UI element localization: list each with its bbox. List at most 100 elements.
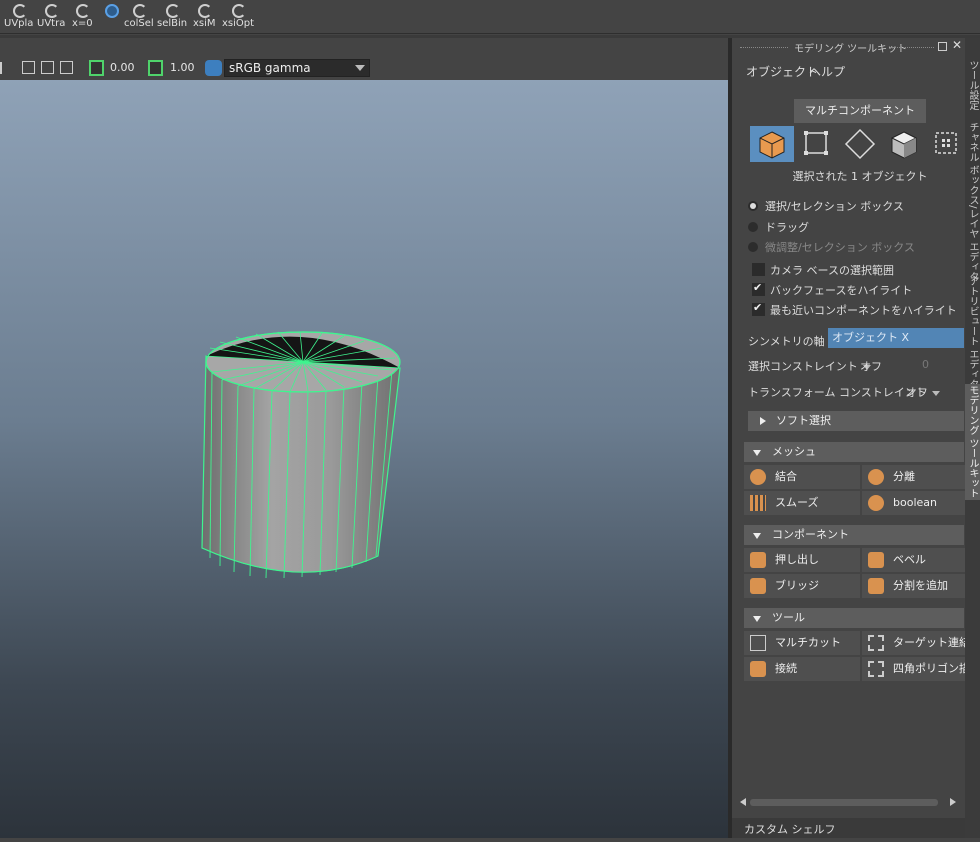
boolean-label: boolean	[893, 496, 937, 509]
symmetry-label[interactable]: シンメトリの軸	[748, 333, 838, 349]
exposure-icon[interactable]	[89, 60, 104, 76]
shelf-button-uvtra[interactable]: UVtra	[37, 0, 65, 34]
drag-handle[interactable]	[890, 47, 934, 49]
multi-cut-label: マルチカット	[775, 636, 841, 649]
3d-viewport[interactable]	[0, 80, 728, 838]
quad-draw-button[interactable]: 四角ポリゴン描画	[862, 657, 978, 681]
smooth-label: スムーズ	[775, 496, 819, 509]
soft-select-label: ソフト選択	[776, 414, 831, 427]
shelf-button-label: UVtra	[37, 18, 66, 29]
shelf-button-x0[interactable]: x=0	[72, 0, 93, 34]
tab-attribute-editor[interactable]: アトリビュート エディタ	[965, 276, 980, 389]
scroll-right-icon[interactable]	[950, 798, 956, 806]
chevron-down-icon	[355, 65, 365, 71]
vertex-mode-button[interactable]	[794, 126, 838, 162]
connect-button[interactable]: 接続	[744, 657, 860, 681]
close-icon[interactable]: ✕	[952, 38, 962, 52]
exposure-value[interactable]: 0.00	[110, 60, 135, 76]
isolate-icon[interactable]	[22, 61, 35, 74]
add-divisions-label: 分割を追加	[893, 579, 948, 592]
shelf-button-uvpla[interactable]: UVpla	[4, 0, 33, 34]
highlight-nearest-checkbox[interactable]	[752, 301, 765, 316]
bridge-button[interactable]: ブリッジ	[744, 574, 860, 598]
extrude-label: 押し出し	[775, 553, 819, 566]
radio-tweak[interactable]	[748, 242, 758, 252]
select-constraint-number[interactable]: 0	[922, 358, 929, 371]
menu-help[interactable]: ヘルプ	[809, 63, 845, 80]
separate-label: 分離	[893, 470, 915, 483]
boolean-button[interactable]: boolean	[862, 491, 978, 515]
camera-based-selection-checkbox[interactable]	[752, 263, 765, 276]
soft-select-frame[interactable]: ソフト選択	[748, 411, 964, 431]
radio-drag[interactable]	[748, 222, 758, 232]
menu-object[interactable]: オブジェクト	[746, 63, 818, 80]
tools-frame-label: ツール	[772, 611, 805, 624]
cube-icon	[759, 131, 785, 159]
highlight-backfaces-checkbox[interactable]	[752, 281, 765, 296]
color-management-icon[interactable]	[205, 60, 222, 76]
multi-cut-button[interactable]: マルチカット	[744, 631, 860, 655]
shelf-button-xsim[interactable]: xsiM	[193, 0, 216, 34]
uv-icon	[935, 132, 957, 154]
highlight-backfaces-label: バックフェースをハイライト	[770, 284, 913, 297]
drag-handle[interactable]	[740, 47, 788, 49]
connect-label: 接続	[775, 662, 797, 675]
shelf-button-label: colSel	[124, 18, 154, 29]
multi-component-button[interactable]: マルチコンポーネント	[794, 99, 926, 123]
mesh-frame[interactable]: メッシュ	[744, 442, 964, 462]
select-icon[interactable]	[0, 62, 6, 74]
modeling-toolkit-panel: モデリング ツールキット ✕ オブジェクト ヘルプ マルチコンポーネント 選択さ…	[732, 38, 978, 838]
float-icon[interactable]	[938, 42, 947, 51]
target-icon	[104, 3, 119, 18]
bevel-button[interactable]: ベベル	[862, 548, 978, 572]
scroll-left-icon[interactable]	[740, 798, 746, 806]
custom-shelf-header[interactable]: カスタム シェルフ	[732, 818, 965, 838]
target-weld-button[interactable]: ターゲット連結	[862, 631, 978, 655]
cylinder-mesh[interactable]	[0, 80, 728, 838]
component-frame[interactable]: コンポーネント	[744, 525, 964, 545]
extrude-button[interactable]: 押し出し	[744, 548, 860, 572]
face-mode-button[interactable]	[882, 126, 926, 162]
tab-channel-box[interactable]: チャネル ボックス/レイヤ エディタ	[965, 122, 980, 282]
scroll-thumb[interactable]	[750, 799, 938, 806]
shelf-button-label: xsiOpt	[222, 18, 255, 29]
tab-modeling-toolkit[interactable]: モデリング ツールキット	[965, 384, 980, 500]
radio-select-box[interactable]	[748, 201, 758, 211]
color-space-dropdown[interactable]: sRGB gamma	[224, 59, 370, 77]
edge-mode-button[interactable]	[838, 126, 882, 162]
panel-header[interactable]: モデリング ツールキット ✕	[732, 38, 965, 56]
bevel-label: ベベル	[893, 553, 926, 566]
viewport-toolbar: 0.00 1.00 sRGB gamma	[0, 56, 728, 80]
select-constraint-value[interactable]: オフ	[860, 358, 882, 374]
add-divisions-button[interactable]: 分割を追加	[862, 574, 978, 598]
connect-icon	[750, 661, 766, 677]
xray-icon[interactable]	[41, 61, 54, 74]
shelf-button-colsel[interactable]: colSel	[124, 0, 154, 34]
shelf-button-xsiopt[interactable]: xsiOpt	[222, 0, 254, 34]
gamma-icon[interactable]	[148, 60, 163, 76]
chevron-down-icon	[931, 390, 940, 396]
tools-frame[interactable]: ツール	[744, 608, 964, 628]
mesh-frame-label: メッシュ	[772, 445, 816, 458]
tab-tool-settings[interactable]: ツール設定	[965, 50, 980, 120]
vertex-icon	[804, 131, 828, 155]
uv-mode-button[interactable]	[926, 126, 970, 162]
transform-constraint-value[interactable]: オフ	[906, 384, 928, 400]
transform-constraint-label-text: トランスフォーム コンストレイント	[748, 386, 927, 399]
resolution-gate-icon[interactable]	[60, 61, 73, 74]
python-script-icon	[75, 3, 91, 18]
bridge-label: ブリッジ	[775, 579, 819, 592]
symmetry-field[interactable]: オブジェクト X	[828, 328, 964, 348]
object-mode-button[interactable]	[750, 126, 794, 162]
shelf-button-selbin[interactable]: selBin	[157, 0, 187, 34]
separate-button[interactable]: 分離	[862, 465, 978, 489]
gamma-value[interactable]: 1.00	[170, 60, 195, 76]
chevron-down-icon	[753, 533, 761, 539]
select-constraint-label[interactable]: 選択コンストレイント	[748, 358, 871, 374]
combine-button[interactable]: 結合	[744, 465, 860, 489]
smooth-button[interactable]: スムーズ	[744, 491, 860, 515]
horizontal-scrollbar[interactable]	[740, 796, 958, 808]
shelf-button-label: xsiM	[193, 18, 216, 29]
python-script-icon	[44, 3, 60, 18]
shelf-button-blue[interactable]	[104, 0, 119, 34]
